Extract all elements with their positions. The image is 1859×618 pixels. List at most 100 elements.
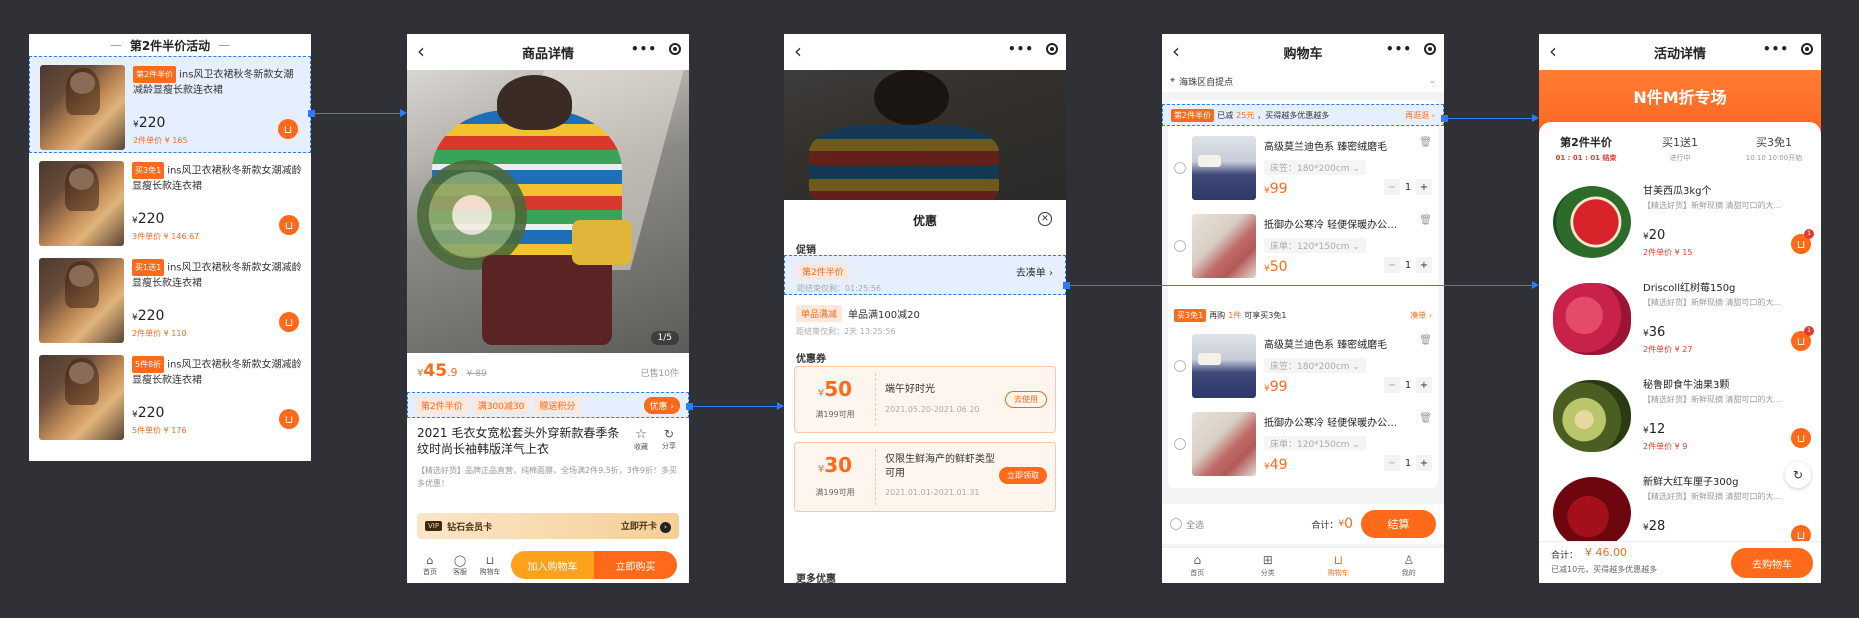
nav-home[interactable]: ⌂ 首页 <box>415 554 445 577</box>
promo-bar[interactable]: 第2件半价 满300减30 赠送积分 优惠 › <box>407 392 689 418</box>
quantity-value[interactable]: 1 <box>1400 179 1416 195</box>
promo-item-half-price[interactable]: 第2件半价 去凑单 › 距结束仅剩：01:25:56 <box>784 255 1066 295</box>
sheet-close-button[interactable]: ✕ <box>1038 212 1052 226</box>
item-spec[interactable]: 床笠：180*200cm ⌄ <box>1264 354 1366 373</box>
product-image[interactable] <box>40 65 125 150</box>
increase-button[interactable]: + <box>1416 377 1432 393</box>
increase-button[interactable]: + <box>1416 455 1432 471</box>
float-share-button[interactable]: ↻ <box>1785 462 1811 488</box>
spec-select[interactable]: 床单：120*150cm ⌄ <box>1264 436 1366 451</box>
quantity-stepper[interactable]: −1 + <box>1384 179 1432 195</box>
close-circle-icon[interactable] <box>669 43 681 55</box>
quantity-value[interactable]: 1 <box>1400 377 1416 393</box>
favorite-button[interactable]: ☆ 收藏 <box>631 427 651 452</box>
cart-item[interactable]: 抵御办公寒冷 轻便保暖办公… 🗑 床单：120*150cm ⌄ ¥50 −1 + <box>1168 210 1438 284</box>
increase-button[interactable]: + <box>1416 257 1432 273</box>
cart-item[interactable]: 抵御办公寒冷 轻便保暖办公… 🗑 床单：120*150cm ⌄ ¥49 −1 + <box>1168 408 1438 482</box>
buy-now-button[interactable]: 立即购买 <box>594 551 677 579</box>
tab-cart[interactable]: ⊔ 购物车 <box>1303 548 1374 583</box>
nav-service[interactable]: ◯ 客服 <box>445 554 475 577</box>
more-icon[interactable]: ••• <box>1763 42 1789 56</box>
add-to-cart-button[interactable]: ⊔ 1 <box>1791 229 1814 254</box>
tab-category[interactable]: ⊞ 分类 <box>1233 548 1304 583</box>
add-to-cart-button[interactable]: ⊔ <box>279 312 299 332</box>
checkout-button[interactable]: 结算 <box>1361 510 1436 538</box>
cart-item[interactable]: 高级莫兰迪色系 臻密绒磨毛 🗑 床笠：180*200cm ⌄ ¥99 −1 + <box>1168 132 1438 206</box>
cart-item[interactable]: 高级莫兰迪色系 臻密绒磨毛 🗑 床笠：180*200cm ⌄ ¥99 −1 + <box>1168 330 1438 404</box>
add-items-link[interactable]: 凑单 › <box>1410 310 1432 321</box>
share-button[interactable]: ↻ 分享 <box>659 427 679 451</box>
quantity-stepper[interactable]: −1 + <box>1384 377 1432 393</box>
add-to-cart-button[interactable]: ⊔ 1 <box>1791 326 1814 351</box>
add-to-cart-button[interactable]: ⊔ <box>279 215 299 235</box>
close-circle-icon[interactable] <box>1046 43 1058 55</box>
product-card[interactable]: 买1送1 ins风卫衣裙秋冬新款女潮减龄显瘦长款连衣裙 ¥220 2件单价 ¥ 110… <box>29 250 311 347</box>
decrease-button[interactable]: − <box>1384 455 1400 471</box>
decrease-button[interactable]: − <box>1384 257 1400 273</box>
quantity-stepper[interactable]: −1 + <box>1384 257 1432 273</box>
coupon-action-button[interactable]: 立即领取 <box>999 467 1047 484</box>
product-card[interactable]: 5件8折 ins风卫衣裙秋冬新款女潮减龄显瘦长款连衣裙 ¥220 5件单价 ¥ 176… <box>29 347 311 444</box>
delete-icon[interactable]: 🗑 <box>1419 137 1432 148</box>
product-card[interactable]: 第2件半价 ins风卫衣裙秋冬新款女潮减龄显瘦长款连衣裙 ¥220 2件单价 ¥ 16… <box>29 56 311 153</box>
add-to-cart-button[interactable]: 加入购物车 <box>511 551 594 579</box>
item-image[interactable] <box>1192 214 1256 278</box>
item-spec[interactable]: 床单：120*150cm ⌄ <box>1264 234 1366 253</box>
vip-open-action[interactable]: 立即开卡 › <box>621 519 671 533</box>
item-image[interactable] <box>1192 412 1256 476</box>
increase-button[interactable]: + <box>1416 179 1432 195</box>
add-to-cart-button[interactable]: ⊔ <box>278 119 298 139</box>
product-image[interactable]: 1/5 <box>407 70 689 353</box>
mini-capsule[interactable]: ••• <box>1008 42 1058 56</box>
product-image[interactable] <box>39 258 124 343</box>
product-image[interactable] <box>39 161 124 246</box>
back-icon[interactable]: ‹ <box>1172 41 1180 61</box>
product-image[interactable] <box>1553 283 1631 355</box>
product-image[interactable] <box>1553 477 1631 549</box>
more-icon[interactable]: ••• <box>1386 42 1412 56</box>
mini-capsule[interactable]: ••• <box>1763 42 1813 56</box>
item-checkbox[interactable] <box>1174 162 1186 174</box>
product-card[interactable]: 甘美西瓜3kg个 【精选好货】新鲜现摘 清甜可口的大... ¥20 2件单价 ¥ 15… <box>1539 176 1821 271</box>
activity-tab[interactable]: 第2件半价 01 : 01 : 01 结束 <box>1539 134 1633 166</box>
product-image[interactable] <box>1553 186 1631 258</box>
nav-cart[interactable]: ⊔ 购物车 <box>475 554 505 577</box>
item-checkbox[interactable] <box>1174 438 1186 450</box>
item-checkbox[interactable] <box>1174 240 1186 252</box>
promo-button[interactable]: 优惠 › <box>643 396 680 414</box>
more-icon[interactable]: ••• <box>631 42 657 56</box>
decrease-button[interactable]: − <box>1384 377 1400 393</box>
delete-icon[interactable]: 🗑 <box>1419 335 1432 346</box>
back-icon[interactable]: ‹ <box>794 41 802 61</box>
item-image[interactable] <box>1192 136 1256 200</box>
item-checkbox[interactable] <box>1174 360 1186 372</box>
spec-select[interactable]: 床笠：180*200cm ⌄ <box>1264 358 1366 373</box>
tab-home[interactable]: ⌂ 首页 <box>1162 548 1233 583</box>
close-circle-icon[interactable] <box>1801 43 1813 55</box>
back-icon[interactable]: ‹ <box>1549 41 1557 61</box>
spec-select[interactable]: 床单：120*150cm ⌄ <box>1264 238 1366 253</box>
mini-capsule[interactable]: ••• <box>631 42 681 56</box>
activity-tab[interactable]: 买1送1 进行中 <box>1633 134 1727 166</box>
item-spec[interactable]: 床单：120*150cm ⌄ <box>1264 432 1366 451</box>
decrease-button[interactable]: − <box>1384 179 1400 195</box>
close-circle-icon[interactable] <box>1424 43 1436 55</box>
quantity-value[interactable]: 1 <box>1400 455 1416 471</box>
product-image[interactable] <box>1553 380 1631 452</box>
add-to-cart-button[interactable]: ⊔ <box>1791 428 1811 448</box>
pickup-location[interactable]: ⌖ 海珠区自提点 ⌄ <box>1162 70 1444 92</box>
delete-icon[interactable]: 🗑 <box>1419 215 1432 226</box>
item-spec[interactable]: 床笠：180*200cm ⌄ <box>1264 156 1366 175</box>
go-collect-link[interactable]: 去凑单 › <box>1016 264 1053 279</box>
back-icon[interactable]: ‹ <box>417 41 425 61</box>
more-icon[interactable]: ••• <box>1008 42 1034 56</box>
spec-select[interactable]: 床笠：180*200cm ⌄ <box>1264 160 1366 175</box>
go-cart-button[interactable]: 去购物车 <box>1731 548 1813 578</box>
product-card[interactable]: 买3免1 ins风卫衣裙秋冬新款女潮减龄显瘦长款连衣裙 ¥220 3件单价 ¥ 146… <box>29 153 311 250</box>
product-image[interactable] <box>39 355 124 440</box>
promo-banner[interactable]: 第2件半价 已减 25元 ，买得越多优惠越多 再逛逛 › <box>1162 104 1444 126</box>
quantity-value[interactable]: 1 <box>1400 257 1416 273</box>
delete-icon[interactable]: 🗑 <box>1419 413 1432 424</box>
browse-more-link[interactable]: 再逛逛 › <box>1405 110 1435 121</box>
item-image[interactable] <box>1192 334 1256 398</box>
